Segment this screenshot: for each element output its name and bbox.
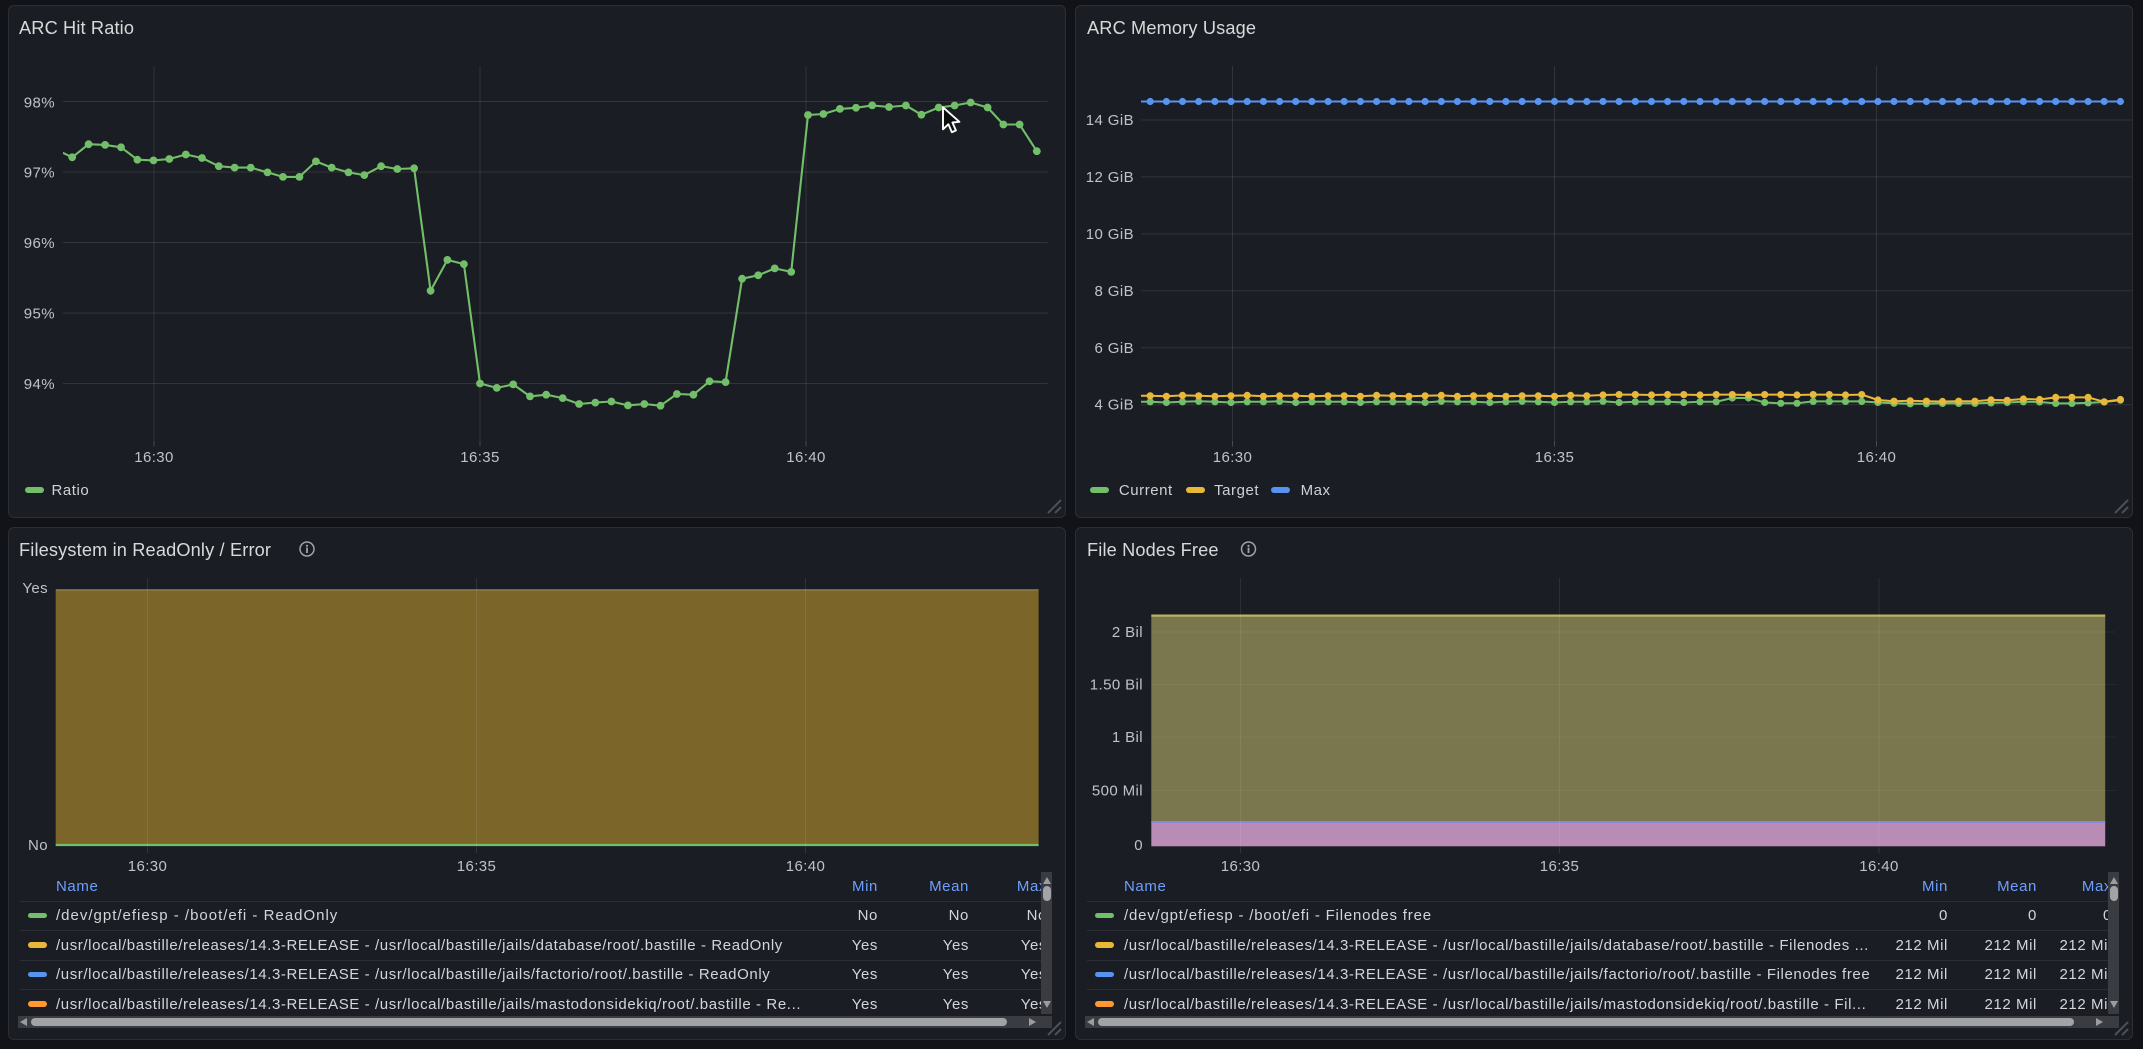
svg-text:16:40: 16:40 [786, 858, 826, 875]
svg-text:4 GiB: 4 GiB [1094, 397, 1134, 414]
svg-text:1 Bil: 1 Bil [1112, 729, 1143, 746]
svg-text:16:30: 16:30 [1221, 858, 1261, 875]
svg-text:16:35: 16:35 [457, 858, 497, 875]
svg-text:8 GiB: 8 GiB [1094, 283, 1134, 300]
svg-text:16:30: 16:30 [1213, 449, 1253, 466]
svg-text:0: 0 [1134, 837, 1143, 854]
svg-text:95%: 95% [24, 306, 55, 323]
svg-text:16:40: 16:40 [786, 449, 826, 466]
svg-text:500 Mil: 500 Mil [1092, 783, 1143, 800]
svg-text:98%: 98% [24, 95, 55, 112]
svg-text:96%: 96% [24, 235, 55, 252]
svg-text:2 Bil: 2 Bil [1112, 624, 1143, 641]
svg-text:1.50 Bil: 1.50 Bil [1090, 677, 1143, 694]
svg-text:16:30: 16:30 [134, 449, 174, 466]
svg-text:10 GiB: 10 GiB [1086, 226, 1134, 243]
svg-text:16:35: 16:35 [460, 449, 500, 466]
svg-text:16:40: 16:40 [1857, 449, 1897, 466]
svg-text:No: No [28, 837, 48, 854]
svg-text:6 GiB: 6 GiB [1094, 340, 1134, 357]
svg-text:Yes: Yes [22, 580, 48, 597]
svg-text:94%: 94% [24, 376, 55, 393]
svg-text:14 GiB: 14 GiB [1086, 112, 1134, 129]
svg-text:16:35: 16:35 [1540, 858, 1580, 875]
svg-text:97%: 97% [24, 165, 55, 182]
svg-text:12 GiB: 12 GiB [1086, 169, 1134, 186]
svg-text:16:40: 16:40 [1859, 858, 1899, 875]
svg-text:16:35: 16:35 [1535, 449, 1575, 466]
svg-text:16:30: 16:30 [128, 858, 168, 875]
